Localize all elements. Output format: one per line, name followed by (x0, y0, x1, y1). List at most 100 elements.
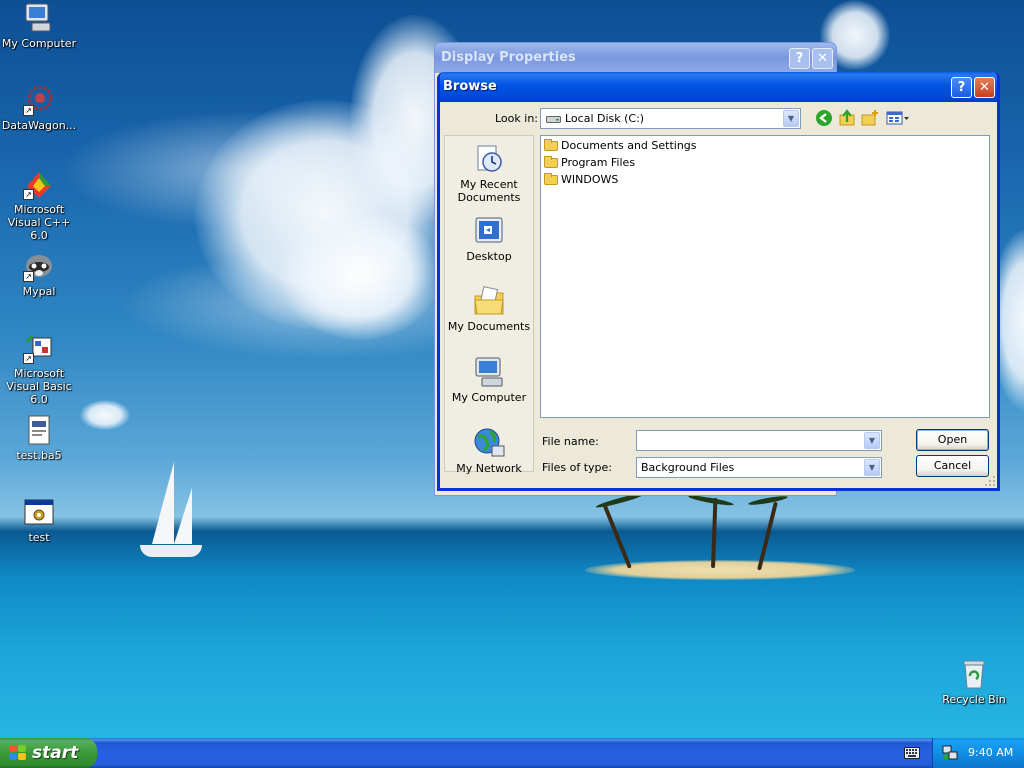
my-computer-icon (472, 355, 506, 389)
my-computer-icon (23, 2, 55, 34)
new-folder-button[interactable] (860, 109, 880, 129)
place-label: My Documents (447, 320, 531, 333)
file-list[interactable]: Documents and Settings Program Files WIN… (540, 135, 990, 418)
local-disk-icon (546, 116, 561, 123)
desktop-icon-visual-cpp[interactable]: ↗ Microsoft Visual C++ 6.0 (0, 168, 78, 242)
place-my-network[interactable]: My Network (445, 426, 533, 475)
desktop-icon-label: My Computer (1, 37, 77, 50)
browse-dialog[interactable]: Browse ? ✕ Look in: Local Disk (C:) ▼ My… (437, 72, 1000, 491)
chevron-down-icon[interactable]: ▼ (783, 110, 799, 127)
resize-grip-icon[interactable] (984, 475, 996, 487)
desktop-icon (472, 214, 506, 248)
look-in-value: Local Disk (C:) (565, 112, 645, 125)
files-of-type-label: Files of type: (542, 461, 613, 474)
visual-cpp-icon: ↗ (23, 168, 55, 200)
place-my-computer[interactable]: My Computer (445, 355, 533, 404)
chevron-down-icon[interactable]: ▼ (864, 432, 880, 449)
place-desktop[interactable]: Desktop (445, 214, 533, 263)
shortcut-arrow-icon: ↗ (23, 105, 34, 116)
desktop-icon-mypal[interactable]: ↗ Mypal (0, 250, 78, 298)
look-in-label: Look in: (495, 112, 538, 125)
view-menu-button[interactable] (885, 109, 911, 129)
shortcut-arrow-icon: ↗ (23, 271, 34, 282)
desktop-icon-label: Microsoft Visual Basic 6.0 (6, 367, 72, 406)
folder-icon (544, 139, 558, 151)
wallpaper-cloud (80, 400, 130, 430)
desktop-icon-my-computer[interactable]: My Computer (0, 2, 78, 50)
window-title: Display Properties (441, 50, 576, 65)
wallpaper-cloud (280, 210, 440, 340)
shortcut-arrow-icon: ↗ (23, 189, 34, 200)
desktop-icon-label: Microsoft Visual C++ 6.0 (7, 203, 71, 242)
folder-icon (544, 156, 558, 168)
place-label: My Network (456, 462, 522, 475)
file-name-label: File name: (542, 435, 599, 448)
folder-name: WINDOWS (561, 173, 619, 186)
place-my-documents[interactable]: My Documents (445, 284, 533, 333)
view-menu-icon (886, 111, 909, 125)
desktop-icon-label: test.ba5 (16, 449, 62, 462)
desktop-icon-label: test (28, 531, 50, 544)
files-of-type-value: Background Files (641, 461, 735, 474)
places-bar: My Recent Documents Desktop My Documents… (444, 135, 534, 475)
look-in-dropdown[interactable]: Local Disk (C:) ▼ (540, 108, 801, 129)
sailboat-hull (140, 545, 202, 557)
application-icon (23, 496, 55, 528)
mypal-icon: ↗ (23, 250, 55, 282)
list-item[interactable]: Documents and Settings (543, 138, 697, 154)
chevron-down-icon[interactable]: ▼ (864, 459, 880, 476)
files-of-type-dropdown[interactable]: Background Files ▼ (636, 457, 882, 478)
folder-icon (544, 173, 558, 185)
place-label: Desktop (466, 250, 512, 263)
list-item[interactable]: Program Files (543, 155, 635, 171)
new-folder-icon (861, 110, 878, 126)
close-button[interactable]: ✕ (974, 77, 995, 98)
desktop-icon-datawagon[interactable]: ↗ DataWagon... (0, 84, 78, 132)
list-item[interactable]: WINDOWS (543, 172, 618, 188)
desktop-icon-test[interactable]: test (0, 496, 78, 544)
close-button[interactable]: ✕ (812, 48, 833, 69)
start-label: start (32, 743, 79, 763)
visual-basic-icon: ↗ (23, 332, 55, 364)
desktop-icon-label: Mypal (22, 285, 56, 298)
my-network-icon (472, 426, 506, 460)
start-button[interactable]: start (0, 738, 97, 768)
back-icon (816, 110, 832, 126)
clock[interactable]: 9:40 AM (968, 738, 1013, 768)
desktop-icon-label: DataWagon... (1, 119, 77, 132)
dialog-title: Browse (443, 79, 497, 94)
recent-documents-icon (472, 142, 506, 176)
help-button[interactable]: ? (951, 77, 972, 98)
system-tray: 9:40 AM (932, 738, 1024, 768)
up-folder-icon (839, 109, 855, 126)
network-tray-icon[interactable] (942, 745, 958, 761)
document-icon (23, 414, 55, 446)
windows-logo-icon (9, 745, 27, 761)
palm-tree (711, 497, 718, 569)
open-button[interactable]: Open (916, 429, 989, 451)
datawagon-icon: ↗ (23, 84, 55, 116)
folder-name: Program Files (561, 156, 636, 169)
shortcut-arrow-icon: ↗ (23, 353, 34, 364)
sailboat-sail (152, 462, 174, 544)
sailboat-sail (174, 488, 192, 544)
palm-leaf (747, 494, 789, 507)
help-button[interactable]: ? (789, 48, 810, 69)
place-label: My Computer (451, 391, 527, 404)
palm-tree (602, 504, 632, 569)
taskbar: start 9:40 AM (0, 738, 1024, 768)
file-name-input[interactable]: ▼ (636, 430, 882, 451)
desktop-icon-recycle-bin[interactable]: Recycle Bin (935, 658, 1013, 706)
desktop-icon-visual-basic[interactable]: ↗ Microsoft Visual Basic 6.0 (0, 332, 78, 406)
keyboard-icon[interactable] (904, 747, 920, 759)
desktop-icon-test-ba5[interactable]: test.ba5 (0, 414, 78, 462)
folder-name: Documents and Settings (561, 139, 697, 152)
display-properties-titlebar[interactable]: Display Properties ? ✕ (435, 43, 836, 73)
back-button[interactable] (814, 109, 834, 129)
place-my-recent-documents[interactable]: My Recent Documents (445, 142, 533, 204)
browse-titlebar[interactable]: Browse ? ✕ (440, 72, 997, 102)
desktop-icon-label: Recycle Bin (942, 693, 1006, 706)
my-documents-icon (472, 284, 506, 318)
cancel-button[interactable]: Cancel (916, 455, 989, 477)
up-folder-button[interactable] (837, 109, 857, 129)
